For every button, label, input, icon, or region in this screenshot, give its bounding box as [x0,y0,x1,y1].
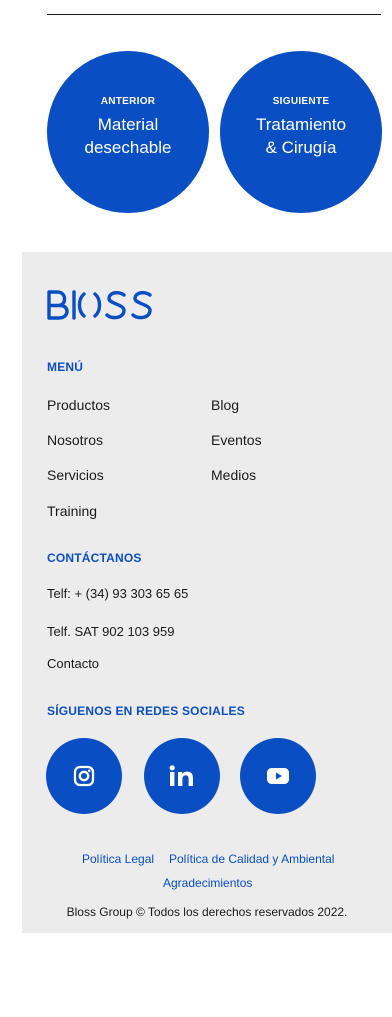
menu-link-productos[interactable]: Productos [47,397,110,413]
copyright-text: Bloss Group © Todos los derechos reserva… [66,905,348,919]
menu-link-blog[interactable]: Blog [211,397,239,413]
next-post-button[interactable]: SIGUIENTE Tratamiento & Cirugía [220,51,382,213]
instagram-icon [73,765,95,787]
thanks-link[interactable]: Agradecimientos [163,876,252,890]
menu-link-servicios[interactable]: Servicios [47,467,104,483]
contact-link[interactable]: Contacto [47,656,99,671]
linkedin-icon [169,765,193,786]
quality-policy-link[interactable]: Política de Calidad y Ambiental [169,852,334,866]
menu-title: MENÚ [47,360,84,374]
menu-link-nosotros[interactable]: Nosotros [47,432,103,448]
phone-link[interactable]: Telf: + (34) 93 303 65 65 [47,586,188,601]
bloss-logo-mark [47,290,152,320]
previous-label: ANTERIOR [100,96,156,107]
social-title: SÍGUENOS EN REDES SOCIALES [47,704,245,718]
bloss-logo[interactable] [46,290,164,325]
next-label: SIGUIENTE [272,96,330,107]
linkedin-button[interactable] [144,738,220,814]
youtube-icon [267,768,289,784]
youtube-button[interactable] [240,738,316,814]
site-footer: MENÚ Productos Nosotros Servicios Traini… [22,252,392,933]
previous-title: Material desechable [84,115,172,157]
instagram-button[interactable] [46,738,122,814]
menu-link-medios[interactable]: Medios [211,467,256,483]
menu-link-eventos[interactable]: Eventos [211,432,262,448]
sat-phone-link[interactable]: Telf. SAT 902 103 959 [47,624,174,639]
next-title: Tratamiento & Cirugía [255,115,347,157]
previous-post-button[interactable]: ANTERIOR Material desechable [47,51,209,213]
divider [47,14,381,15]
legal-policy-link[interactable]: Política Legal [82,852,154,866]
contact-title: CONTÁCTANOS [47,551,142,565]
menu-link-training[interactable]: Training [47,503,97,519]
